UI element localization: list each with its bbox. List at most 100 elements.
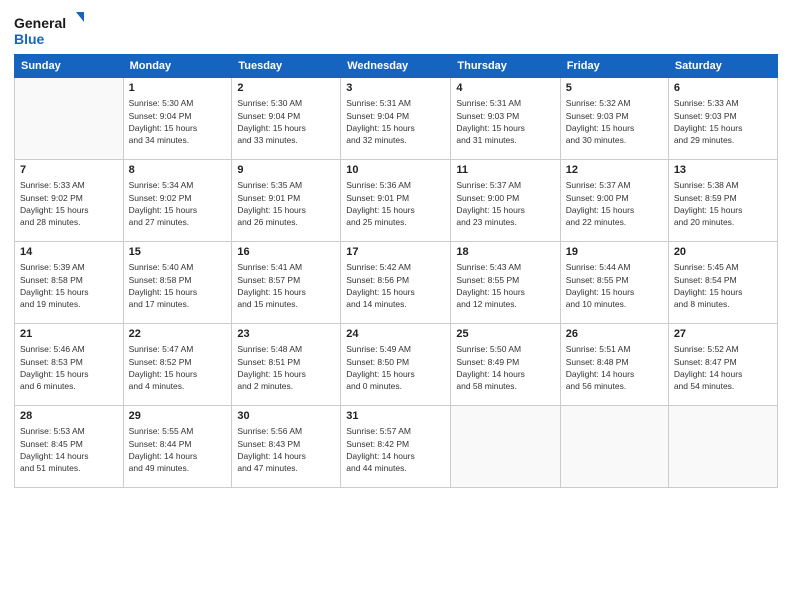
day-number: 27 xyxy=(674,327,772,342)
day-info: Sunrise: 5:42 AMSunset: 8:56 PMDaylight:… xyxy=(346,261,445,310)
day-info: Sunrise: 5:57 AMSunset: 8:42 PMDaylight:… xyxy=(346,425,445,474)
day-number: 22 xyxy=(129,327,227,342)
header-monday: Monday xyxy=(123,55,232,78)
day-info: Sunrise: 5:33 AMSunset: 9:02 PMDaylight:… xyxy=(20,179,118,228)
day-info: Sunrise: 5:37 AMSunset: 9:00 PMDaylight:… xyxy=(566,179,663,228)
cell-week4-day6: 27Sunrise: 5:52 AMSunset: 8:47 PMDayligh… xyxy=(668,324,777,406)
day-number: 18 xyxy=(456,245,554,260)
day-number: 31 xyxy=(346,409,445,424)
cell-week4-day3: 24Sunrise: 5:49 AMSunset: 8:50 PMDayligh… xyxy=(341,324,451,406)
day-info: Sunrise: 5:38 AMSunset: 8:59 PMDaylight:… xyxy=(674,179,772,228)
day-info: Sunrise: 5:36 AMSunset: 9:01 PMDaylight:… xyxy=(346,179,445,228)
day-number: 14 xyxy=(20,245,118,260)
day-info: Sunrise: 5:40 AMSunset: 8:58 PMDaylight:… xyxy=(129,261,227,310)
cell-week1-day0 xyxy=(15,78,124,160)
day-number: 21 xyxy=(20,327,118,342)
day-info: Sunrise: 5:33 AMSunset: 9:03 PMDaylight:… xyxy=(674,97,772,146)
day-number: 24 xyxy=(346,327,445,342)
cell-week3-day4: 18Sunrise: 5:43 AMSunset: 8:55 PMDayligh… xyxy=(451,242,560,324)
day-number: 20 xyxy=(674,245,772,260)
week-row-2: 7Sunrise: 5:33 AMSunset: 9:02 PMDaylight… xyxy=(15,160,778,242)
cell-week3-day0: 14Sunrise: 5:39 AMSunset: 8:58 PMDayligh… xyxy=(15,242,124,324)
day-info: Sunrise: 5:49 AMSunset: 8:50 PMDaylight:… xyxy=(346,343,445,392)
cell-week2-day0: 7Sunrise: 5:33 AMSunset: 9:02 PMDaylight… xyxy=(15,160,124,242)
header-tuesday: Tuesday xyxy=(232,55,341,78)
day-number: 29 xyxy=(129,409,227,424)
week-row-4: 21Sunrise: 5:46 AMSunset: 8:53 PMDayligh… xyxy=(15,324,778,406)
cell-week3-day3: 17Sunrise: 5:42 AMSunset: 8:56 PMDayligh… xyxy=(341,242,451,324)
day-number: 11 xyxy=(456,163,554,178)
cell-week4-day2: 23Sunrise: 5:48 AMSunset: 8:51 PMDayligh… xyxy=(232,324,341,406)
cell-week5-day1: 29Sunrise: 5:55 AMSunset: 8:44 PMDayligh… xyxy=(123,406,232,488)
day-info: Sunrise: 5:32 AMSunset: 9:03 PMDaylight:… xyxy=(566,97,663,146)
logo: General Blue xyxy=(14,10,84,50)
day-number: 8 xyxy=(129,163,227,178)
day-number: 30 xyxy=(237,409,335,424)
header-wednesday: Wednesday xyxy=(341,55,451,78)
cell-week3-day6: 20Sunrise: 5:45 AMSunset: 8:54 PMDayligh… xyxy=(668,242,777,324)
day-number: 10 xyxy=(346,163,445,178)
svg-text:Blue: Blue xyxy=(14,31,45,47)
cell-week1-day5: 5Sunrise: 5:32 AMSunset: 9:03 PMDaylight… xyxy=(560,78,668,160)
day-info: Sunrise: 5:48 AMSunset: 8:51 PMDaylight:… xyxy=(237,343,335,392)
day-number: 12 xyxy=(566,163,663,178)
cell-week4-day5: 26Sunrise: 5:51 AMSunset: 8:48 PMDayligh… xyxy=(560,324,668,406)
day-number: 16 xyxy=(237,245,335,260)
day-info: Sunrise: 5:44 AMSunset: 8:55 PMDaylight:… xyxy=(566,261,663,310)
cell-week5-day6 xyxy=(668,406,777,488)
page: General Blue SundayMondayTuesdayWednesda… xyxy=(0,0,792,612)
cell-week5-day2: 30Sunrise: 5:56 AMSunset: 8:43 PMDayligh… xyxy=(232,406,341,488)
day-number: 23 xyxy=(237,327,335,342)
day-info: Sunrise: 5:53 AMSunset: 8:45 PMDaylight:… xyxy=(20,425,118,474)
calendar-header-row: SundayMondayTuesdayWednesdayThursdayFrid… xyxy=(15,55,778,78)
day-number: 4 xyxy=(456,81,554,96)
cell-week1-day1: 1Sunrise: 5:30 AMSunset: 9:04 PMDaylight… xyxy=(123,78,232,160)
cell-week1-day4: 4Sunrise: 5:31 AMSunset: 9:03 PMDaylight… xyxy=(451,78,560,160)
day-info: Sunrise: 5:30 AMSunset: 9:04 PMDaylight:… xyxy=(237,97,335,146)
day-number: 25 xyxy=(456,327,554,342)
cell-week2-day6: 13Sunrise: 5:38 AMSunset: 8:59 PMDayligh… xyxy=(668,160,777,242)
cell-week1-day6: 6Sunrise: 5:33 AMSunset: 9:03 PMDaylight… xyxy=(668,78,777,160)
day-number: 9 xyxy=(237,163,335,178)
day-info: Sunrise: 5:31 AMSunset: 9:04 PMDaylight:… xyxy=(346,97,445,146)
day-number: 1 xyxy=(129,81,227,96)
cell-week5-day0: 28Sunrise: 5:53 AMSunset: 8:45 PMDayligh… xyxy=(15,406,124,488)
cell-week3-day2: 16Sunrise: 5:41 AMSunset: 8:57 PMDayligh… xyxy=(232,242,341,324)
day-info: Sunrise: 5:51 AMSunset: 8:48 PMDaylight:… xyxy=(566,343,663,392)
cell-week4-day4: 25Sunrise: 5:50 AMSunset: 8:49 PMDayligh… xyxy=(451,324,560,406)
cell-week2-day1: 8Sunrise: 5:34 AMSunset: 9:02 PMDaylight… xyxy=(123,160,232,242)
day-info: Sunrise: 5:34 AMSunset: 9:02 PMDaylight:… xyxy=(129,179,227,228)
cell-week1-day2: 2Sunrise: 5:30 AMSunset: 9:04 PMDaylight… xyxy=(232,78,341,160)
day-info: Sunrise: 5:56 AMSunset: 8:43 PMDaylight:… xyxy=(237,425,335,474)
day-info: Sunrise: 5:43 AMSunset: 8:55 PMDaylight:… xyxy=(456,261,554,310)
day-number: 28 xyxy=(20,409,118,424)
day-info: Sunrise: 5:52 AMSunset: 8:47 PMDaylight:… xyxy=(674,343,772,392)
header: General Blue xyxy=(14,10,778,50)
cell-week3-day5: 19Sunrise: 5:44 AMSunset: 8:55 PMDayligh… xyxy=(560,242,668,324)
day-number: 2 xyxy=(237,81,335,96)
cell-week2-day3: 10Sunrise: 5:36 AMSunset: 9:01 PMDayligh… xyxy=(341,160,451,242)
svg-text:General: General xyxy=(14,15,66,31)
day-number: 3 xyxy=(346,81,445,96)
cell-week5-day5 xyxy=(560,406,668,488)
day-number: 17 xyxy=(346,245,445,260)
week-row-3: 14Sunrise: 5:39 AMSunset: 8:58 PMDayligh… xyxy=(15,242,778,324)
day-number: 13 xyxy=(674,163,772,178)
week-row-5: 28Sunrise: 5:53 AMSunset: 8:45 PMDayligh… xyxy=(15,406,778,488)
day-info: Sunrise: 5:50 AMSunset: 8:49 PMDaylight:… xyxy=(456,343,554,392)
cell-week4-day1: 22Sunrise: 5:47 AMSunset: 8:52 PMDayligh… xyxy=(123,324,232,406)
day-number: 7 xyxy=(20,163,118,178)
day-info: Sunrise: 5:46 AMSunset: 8:53 PMDaylight:… xyxy=(20,343,118,392)
day-number: 26 xyxy=(566,327,663,342)
day-info: Sunrise: 5:47 AMSunset: 8:52 PMDaylight:… xyxy=(129,343,227,392)
header-saturday: Saturday xyxy=(668,55,777,78)
cell-week2-day4: 11Sunrise: 5:37 AMSunset: 9:00 PMDayligh… xyxy=(451,160,560,242)
day-info: Sunrise: 5:37 AMSunset: 9:00 PMDaylight:… xyxy=(456,179,554,228)
day-number: 5 xyxy=(566,81,663,96)
cell-week5-day4 xyxy=(451,406,560,488)
day-info: Sunrise: 5:31 AMSunset: 9:03 PMDaylight:… xyxy=(456,97,554,146)
logo-svg: General Blue xyxy=(14,10,84,50)
day-info: Sunrise: 5:45 AMSunset: 8:54 PMDaylight:… xyxy=(674,261,772,310)
cell-week2-day2: 9Sunrise: 5:35 AMSunset: 9:01 PMDaylight… xyxy=(232,160,341,242)
calendar-table: SundayMondayTuesdayWednesdayThursdayFrid… xyxy=(14,54,778,488)
